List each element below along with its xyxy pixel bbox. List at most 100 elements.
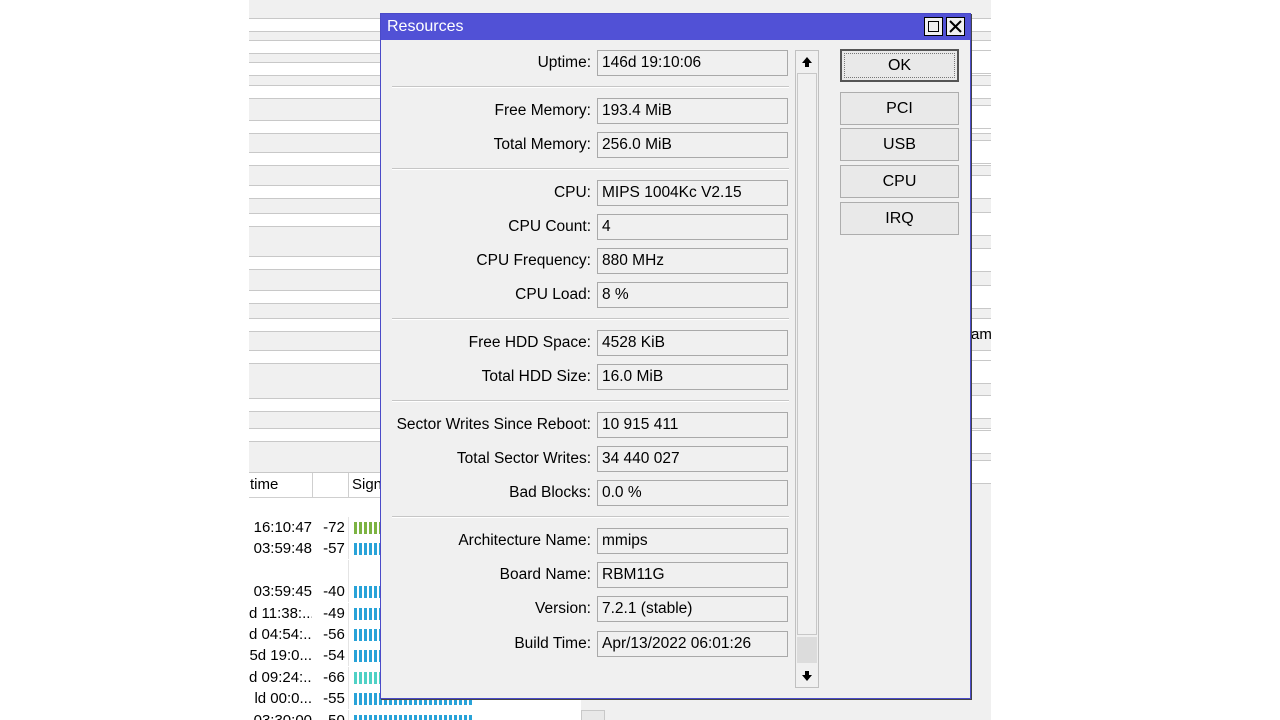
fields-scrollbar[interactable] <box>795 50 819 688</box>
row-signal: -49 <box>323 604 345 622</box>
pci-button[interactable]: PCI <box>840 92 959 125</box>
cpu-load-value[interactable]: 8 % <box>597 282 788 309</box>
row-time: 03:59:45 <box>253 583 312 601</box>
cpu-count-value[interactable]: 4 <box>597 213 788 240</box>
field-label: Free HDD Space: <box>468 333 591 351</box>
field-label: Build Time: <box>514 634 591 652</box>
cpu-button[interactable]: CPU <box>840 165 959 198</box>
row-signal: -55 <box>323 690 345 708</box>
field-label: CPU Load: <box>515 286 591 304</box>
field-free-hdd-space: Free HDD Space: 4528 KiB <box>381 329 801 356</box>
total-hdd-size-value[interactable]: 16.0 MiB <box>597 364 788 391</box>
dialog-title: Resources <box>387 18 464 35</box>
row-time: 16:10:47 <box>253 519 312 536</box>
column-header-blank[interactable] <box>313 473 349 498</box>
field-label: Bad Blocks: <box>509 484 591 502</box>
field-label: CPU Frequency: <box>476 252 591 269</box>
field-total-memory: Total Memory: 256.0 MiB <box>381 131 801 158</box>
resources-dialog: Resources Uptime: 146d 19:10:06 Free Memor… <box>380 13 971 699</box>
close-button[interactable] <box>946 17 965 36</box>
cpu-frequency-value[interactable]: 880 MHz <box>597 248 788 274</box>
free-memory-value[interactable]: 193.4 MiB <box>597 97 788 124</box>
column-header-time[interactable]: time <box>249 473 313 498</box>
field-total-sector-writes: Total Sector Writes: 34 440 027 <box>381 446 801 472</box>
field-cpu: CPU: MIPS 1004Kc V2.15 <box>381 179 801 206</box>
row-signal: -50 <box>319 710 349 720</box>
sector-writes-since-reboot-value[interactable]: 10 915 411 <box>597 411 788 438</box>
arrow-down-icon <box>802 671 812 681</box>
bad-blocks-value[interactable]: 0.0 % <box>597 480 788 507</box>
board-name-value[interactable]: RBM11G <box>597 562 788 589</box>
scroll-up-button[interactable] <box>797 52 817 72</box>
background-cell <box>971 430 991 454</box>
field-label: Version: <box>534 600 591 618</box>
field-cpu-frequency: CPU Frequency: 880 MHz <box>381 248 801 274</box>
field-label: Free Memory: <box>494 101 591 119</box>
background-cell <box>971 175 991 199</box>
field-cpu-count: CPU Count: 4 <box>381 213 801 240</box>
signal-strength-bar <box>354 714 472 720</box>
background-partial-header: ame <box>971 326 991 343</box>
uptime-value[interactable]: 146d 19:10:06 <box>597 50 788 76</box>
table-scrollbar[interactable] <box>581 710 605 720</box>
field-uptime: Uptime: 146d 19:10:06 <box>381 50 801 76</box>
arrow-up-icon <box>802 57 812 67</box>
field-label: Sector Writes Since Reboot: <box>396 415 591 433</box>
background-cell <box>971 285 991 309</box>
field-label: CPU: <box>553 183 591 201</box>
field-board-name: Board Name: RBM11G <box>381 562 801 589</box>
group-separator <box>392 168 789 171</box>
table-row[interactable]: 03:30:00 -50 <box>249 709 581 720</box>
ok-button[interactable]: OK <box>840 49 959 82</box>
field-free-memory: Free Memory: 193.4 MiB <box>381 97 801 124</box>
group-separator <box>392 516 789 519</box>
field-architecture-name: Architecture Name: mmips <box>381 527 801 554</box>
field-label: Total Sector Writes: <box>456 450 591 467</box>
field-label: Total Memory: <box>493 135 591 153</box>
version-value[interactable]: 7.2.1 (stable) <box>597 596 788 623</box>
scroll-down-button[interactable] <box>797 666 817 686</box>
background-cell <box>971 360 991 384</box>
total-sector-writes-value[interactable]: 34 440 027 <box>597 446 788 472</box>
cell-separator <box>348 559 349 581</box>
background-cell <box>971 212 991 236</box>
field-label: CPU Count: <box>508 217 591 235</box>
background-cell <box>971 105 991 129</box>
row-signal: -66 <box>323 668 345 686</box>
background-cell <box>971 395 991 419</box>
group-separator <box>392 86 789 89</box>
field-build-time: Build Time: Apr/13/2022 06:01:26 <box>381 630 801 657</box>
background-cell <box>971 460 991 484</box>
row-time: d 11:38:... <box>249 604 312 622</box>
usb-button[interactable]: USB <box>840 128 959 161</box>
architecture-name-value[interactable]: mmips <box>597 527 788 554</box>
group-separator <box>392 318 789 321</box>
cpu-value[interactable]: MIPS 1004Kc V2.15 <box>597 179 788 206</box>
scroll-track[interactable] <box>797 637 817 663</box>
row-time: d 09:24:... <box>249 668 312 686</box>
field-bad-blocks: Bad Blocks: 0.0 % <box>381 480 801 507</box>
row-signal: -40 <box>323 583 345 601</box>
group-separator <box>392 400 789 403</box>
field-sector-writes-since-reboot: Sector Writes Since Reboot: 10 915 411 <box>381 411 801 438</box>
field-label: Uptime: <box>537 54 591 71</box>
background-cell <box>971 140 991 164</box>
scroll-thumb[interactable] <box>797 73 817 635</box>
field-label: Architecture Name: <box>458 531 591 549</box>
field-label: Total HDD Size: <box>481 368 591 386</box>
background-cell <box>971 248 991 272</box>
row-signal: -54 <box>323 647 345 665</box>
field-version: Version: 7.2.1 (stable) <box>381 596 801 623</box>
row-time: d 04:54:... <box>249 626 312 643</box>
title-bar[interactable]: Resources <box>381 14 970 40</box>
maximize-button[interactable] <box>924 17 943 36</box>
build-time-value[interactable]: Apr/13/2022 06:01:26 <box>597 630 788 657</box>
free-hdd-space-value[interactable]: 4528 KiB <box>597 329 788 356</box>
row-signal: -56 <box>323 626 345 643</box>
row-time: ld 00:0... <box>254 690 312 708</box>
total-memory-value[interactable]: 256.0 MiB <box>597 131 788 158</box>
irq-button[interactable]: IRQ <box>840 202 959 235</box>
row-time: 03:30:00 <box>249 710 312 720</box>
background-cell <box>971 50 991 74</box>
close-icon <box>949 20 962 33</box>
